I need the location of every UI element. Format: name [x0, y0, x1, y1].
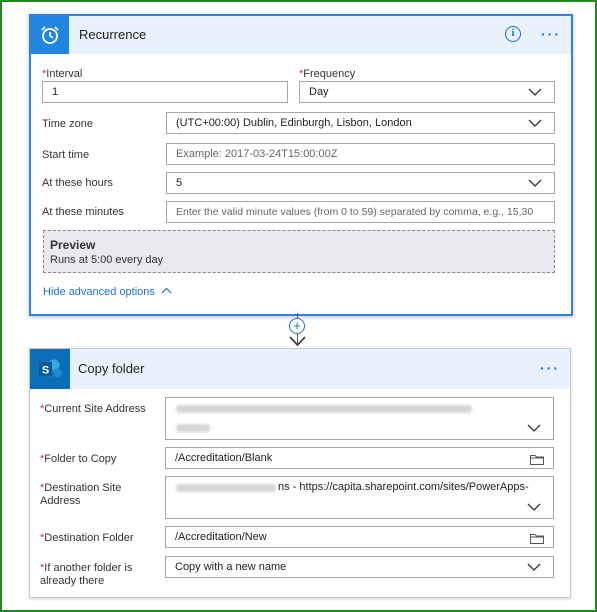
folder-to-copy-value: /Accreditation/Blank: [175, 452, 273, 464]
destination-folder-label: *Destination Folder: [40, 532, 134, 545]
time-zone-dropdown[interactable]: (UTC+00:00) Dublin, Edinburgh, Lisbon, L…: [166, 112, 555, 134]
folder-to-copy-input[interactable]: /Accreditation/Blank: [165, 447, 554, 469]
destination-folder-label-text: Destination Folder: [44, 532, 134, 544]
at-hours-label: At these hours: [42, 177, 113, 189]
interval-label-text: Interval: [46, 68, 83, 80]
destination-folder-value: /Accreditation/New: [175, 531, 267, 543]
hide-advanced-options-link[interactable]: Hide advanced options: [43, 286, 172, 298]
destination-folder-input[interactable]: /Accreditation/New: [165, 526, 554, 548]
copy-folder-header[interactable]: S Copy folder ···: [30, 349, 570, 389]
redacted-text: [176, 405, 472, 413]
hide-advanced-options-text: Hide advanced options: [43, 286, 155, 298]
redacted-text: [176, 484, 276, 492]
destination-site-dropdown[interactable]: ns - https://capita.sharepoint.com/sites…: [165, 476, 554, 519]
chevron-down-icon: [528, 119, 542, 127]
destination-site-label-line2: Address: [40, 495, 81, 507]
if-exists-label-line2: already there: [40, 575, 105, 587]
if-exists-label-line1: If another folder is: [44, 562, 133, 574]
folder-icon[interactable]: [530, 454, 544, 465]
svg-text:S: S: [42, 365, 49, 377]
time-zone-label: Time zone: [42, 118, 93, 130]
start-time-input[interactable]: Example: 2017-03-24T15:00:00Z: [166, 143, 555, 165]
time-zone-value: (UTC+00:00) Dublin, Edinburgh, Lisbon, L…: [176, 117, 412, 129]
alarm-clock-icon: [31, 16, 69, 54]
preview-text: Runs at 5:00 every day: [50, 254, 164, 266]
chevron-down-icon: [528, 179, 542, 187]
folder-to-copy-label: *Folder to Copy: [40, 453, 116, 466]
recurrence-card: Recurrence i ··· *Interval 1 *Frequency …: [29, 14, 573, 316]
preview-title: Preview: [50, 238, 96, 252]
current-site-label-text: Current Site Address: [44, 403, 146, 415]
if-exists-label: *If another folder is already there: [40, 562, 132, 588]
redacted-text: [176, 424, 210, 432]
preview-box: Preview Runs at 5:00 every day: [43, 230, 555, 273]
at-minutes-input[interactable]: Enter the valid minute values (from 0 to…: [166, 201, 555, 223]
copy-folder-title: Copy folder: [78, 361, 145, 376]
recurrence-title: Recurrence: [79, 27, 147, 42]
chevron-down-icon: [527, 563, 541, 571]
copy-folder-more-menu[interactable]: ···: [540, 349, 560, 389]
if-exists-dropdown[interactable]: Copy with a new name: [165, 556, 554, 578]
start-time-label: Start time: [42, 149, 90, 161]
recurrence-header[interactable]: Recurrence i ···: [31, 16, 571, 54]
frequency-label-text: Frequency: [303, 68, 356, 80]
recurrence-more-menu[interactable]: ···: [541, 16, 561, 54]
destination-site-label-line1: Destination Site: [44, 482, 122, 494]
chevron-down-icon: [527, 503, 541, 511]
destination-site-value: ns - https://capita.sharepoint.com/sites…: [278, 481, 529, 493]
folder-to-copy-label-text: Folder to Copy: [44, 453, 117, 465]
add-step-button[interactable]: +: [289, 318, 305, 334]
current-site-dropdown[interactable]: [165, 397, 554, 440]
interval-label: *Interval: [42, 68, 82, 81]
copy-folder-card: S Copy folder ··· *Current Site Address …: [29, 348, 571, 598]
folder-icon[interactable]: [530, 533, 544, 544]
at-hours-value: 5: [176, 177, 183, 189]
chevron-up-icon: [161, 287, 172, 294]
frequency-label: *Frequency: [299, 68, 355, 81]
arrow-down-icon: [289, 336, 306, 347]
current-site-label: *Current Site Address: [40, 403, 146, 416]
destination-site-label: *Destination Site Address: [40, 482, 121, 508]
chevron-down-icon: [527, 424, 541, 432]
at-hours-dropdown[interactable]: 5: [166, 172, 555, 194]
chevron-down-icon: [528, 88, 542, 96]
sharepoint-icon: S: [30, 349, 70, 389]
frequency-dropdown[interactable]: Day: [299, 81, 555, 103]
interval-input[interactable]: 1: [42, 81, 288, 103]
frequency-value: Day: [309, 86, 329, 98]
info-icon[interactable]: i: [505, 26, 521, 42]
at-minutes-label: At these minutes: [42, 206, 124, 218]
if-exists-value: Copy with a new name: [175, 561, 287, 573]
